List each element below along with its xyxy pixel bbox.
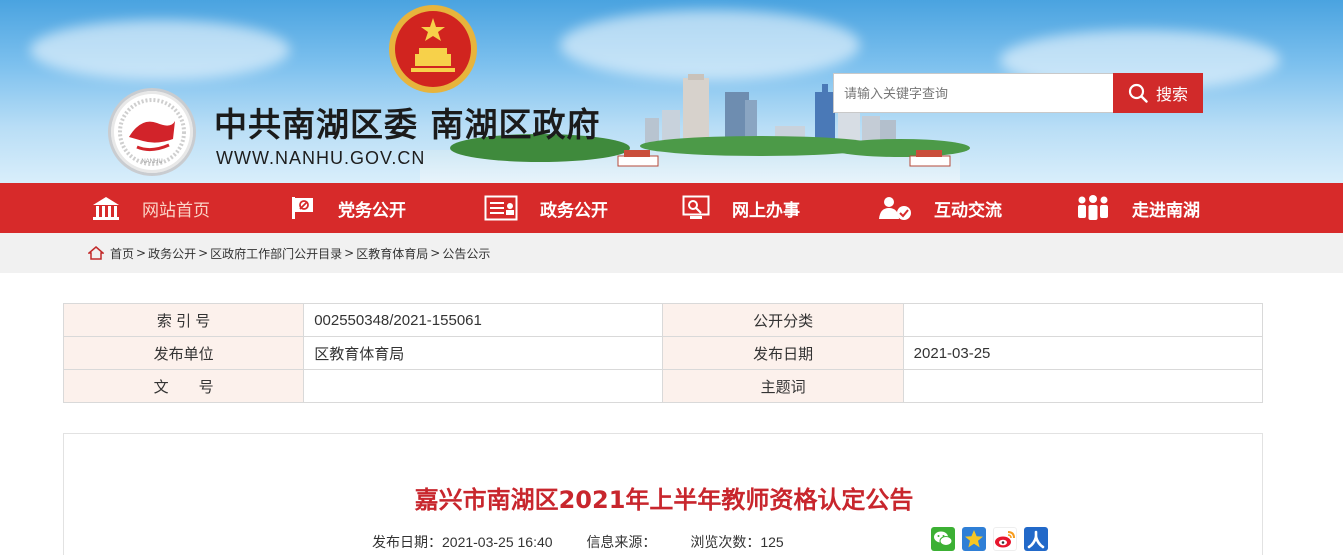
document-icon <box>484 195 518 221</box>
category-value <box>902 303 1264 337</box>
nav-label-about-nanhu: 走进南湖 <box>1132 200 1200 221</box>
wechat-share-icon[interactable] <box>931 527 955 551</box>
breadcrumb-item-education-bureau[interactable]: 区教育体育局 <box>356 245 428 262</box>
keywords-value <box>902 369 1264 403</box>
breadcrumb-item-announcements[interactable]: 公告公示 <box>442 245 490 262</box>
search-button[interactable]: 搜索 <box>1113 73 1203 113</box>
document-number-label: 文 号 <box>62 369 305 403</box>
breadcrumb-separator: > <box>136 246 147 260</box>
publisher-value: 区教育体育局 <box>303 336 664 370</box>
weibo-share-icon[interactable] <box>993 527 1017 551</box>
nav-label-online-service: 网上办事 <box>732 200 800 221</box>
article-source: 信息来源： <box>586 534 657 550</box>
category-label: 公开分类 <box>662 303 904 337</box>
document-info-table: 索 引 号 002550348/2021-155061 公开分类 发布单位 区教… <box>62 303 1264 403</box>
nav-item-party[interactable]: 党务公开 <box>290 183 406 233</box>
search-button-label: 搜索 <box>1155 87 1188 104</box>
nav-label-party: 党务公开 <box>338 200 406 221</box>
article-meta: 发布日期：2021-03-25 16:40 信息来源： 浏览次数：125 <box>372 532 814 552</box>
publish-date-label: 发布日期 <box>662 336 904 370</box>
nav-item-government[interactable]: 政务公开 <box>484 183 608 233</box>
breadcrumb-item-gov-open[interactable]: 政务公开 <box>148 245 196 262</box>
search-input[interactable] <box>833 73 1113 113</box>
search-icon <box>1128 83 1148 103</box>
breadcrumb: 首页 > 政务公开 > 区政府工作部门公开目录 > 区教育体育局 > 公告公示 <box>0 233 1343 273</box>
interaction-icon <box>879 197 911 220</box>
document-number-value <box>303 369 664 403</box>
logo-lettering: NANHU <box>141 159 162 165</box>
nav-item-about-nanhu[interactable]: 走进南湖 <box>1076 183 1200 233</box>
search-box: 搜索 <box>833 73 1203 113</box>
nanhu-logo: NANHU <box>108 88 196 176</box>
nav-item-home[interactable]: 网站首页 <box>92 183 210 233</box>
table-row: 文 号 主题词 <box>62 369 1264 403</box>
site-url: WWW.NANHU.GOV.CN <box>216 148 426 168</box>
index-number-label: 索 引 号 <box>62 303 305 337</box>
qzone-share-icon[interactable] <box>962 527 986 551</box>
breadcrumb-separator: > <box>344 246 355 260</box>
publish-date-value: 2021-03-25 <box>902 336 1264 370</box>
publisher-label: 发布单位 <box>62 336 305 370</box>
table-row: 发布单位 区教育体育局 发布日期 2021-03-25 <box>62 336 1264 370</box>
nav-item-online-service[interactable]: 网上办事 <box>682 183 800 233</box>
renren-share-icon[interactable] <box>1024 527 1048 551</box>
breadcrumb-item-home[interactable]: 首页 <box>110 245 134 262</box>
party-flag-icon <box>292 197 313 219</box>
nav-label-home: 网站首页 <box>142 200 210 221</box>
share-buttons <box>931 527 1048 551</box>
online-service-icon <box>682 195 710 219</box>
home-icon <box>93 197 119 220</box>
nav-label-government: 政务公开 <box>540 200 608 221</box>
breadcrumb-item-dept-directory[interactable]: 区政府工作部门公开目录 <box>210 245 342 262</box>
breadcrumb-separator: > <box>198 246 209 260</box>
breadcrumb-separator: > <box>430 246 441 260</box>
nav-item-interaction[interactable]: 互动交流 <box>878 183 1002 233</box>
article-title: 嘉兴市南湖区2021年上半年教师资格认定公告 <box>414 486 914 514</box>
site-header: NANHU 中共南湖区委 南湖区政府 WWW.NANHU.GOV.CN 搜索 <box>0 0 1343 183</box>
site-title: 中共南湖区委 南湖区政府 <box>214 105 601 144</box>
national-emblem-icon <box>389 5 477 93</box>
people-icon <box>1078 195 1108 220</box>
keywords-label: 主题词 <box>662 369 904 403</box>
article-views: 浏览次数：125 <box>690 534 784 550</box>
home-icon <box>88 246 104 260</box>
index-number-value: 002550348/2021-155061 <box>303 303 664 337</box>
article-date: 发布日期：2021-03-25 16:40 <box>372 534 553 550</box>
table-row: 索 引 号 002550348/2021-155061 公开分类 <box>62 303 1264 337</box>
main-nav: 网站首页 党务公开 政务公开 网上办事 互动交流 走进南湖 <box>0 183 1343 233</box>
article-container: 嘉兴市南湖区2021年上半年教师资格认定公告 发布日期：2021-03-25 1… <box>63 433 1263 555</box>
nav-label-interaction: 互动交流 <box>934 200 1002 221</box>
